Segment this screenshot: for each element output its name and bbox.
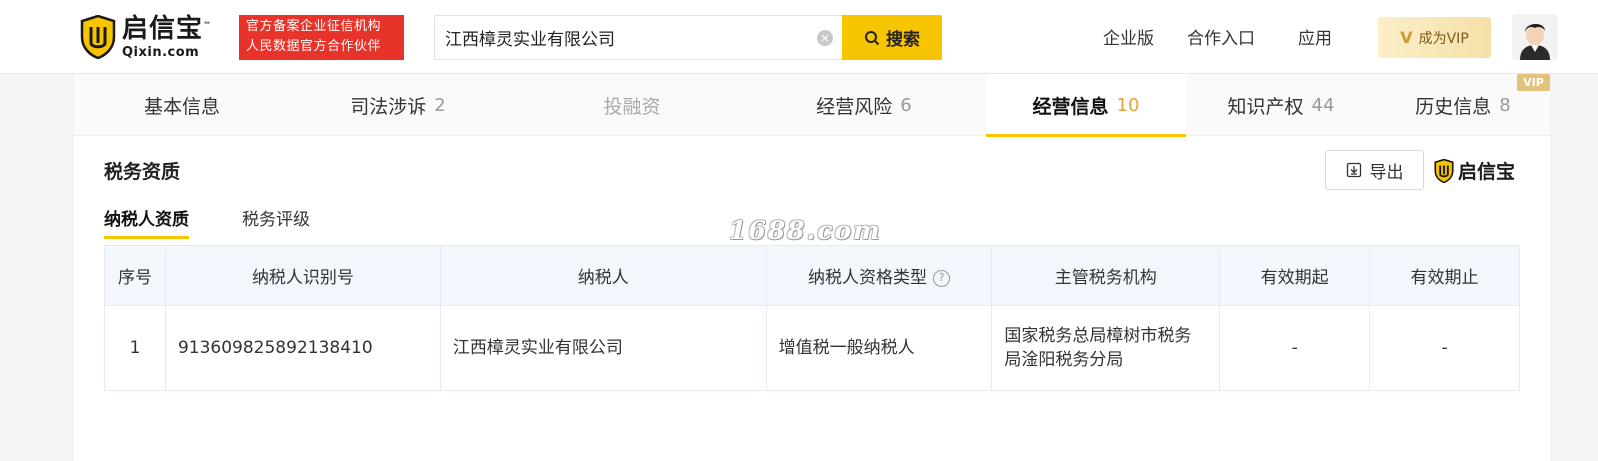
watermark: 1688.com [729,216,882,245]
tab-label: 司法涉诉 [350,95,427,118]
help-icon[interactable]: ? [933,269,950,287]
subtab-taxpayer-qualification[interactable]: 纳税人资质 [104,205,189,239]
search-input[interactable] [445,16,805,59]
tab-ip[interactable]: 知识产权 44 [1186,74,1376,136]
section-title: 税务资质 [104,161,181,183]
tab-count: 2 [434,94,446,116]
tab-count: 8 [1499,94,1511,116]
vip-tag: VIP [1517,74,1550,91]
right-gutter [1550,74,1598,461]
logo-text-cn: 启信宝 [122,13,204,44]
tab-label: 基本信息 [143,95,220,118]
tab-count: 44 [1311,94,1335,116]
user-avatar[interactable] [1512,14,1558,60]
content-card: 基本信息 司法涉诉 2 投融资 经营风险 6 经营信息 10 知识产权 44 历史信息 8… [74,74,1550,461]
tab-investment[interactable]: 投融资 [524,74,740,136]
tab-count: 10 [1116,94,1140,116]
tab-label: 经营风险 [816,95,893,118]
cell-type: 增值税一般纳税人 [765,305,993,391]
certification-badge: 官方备案企业征信机构 人民数据官方合作伙伴 [239,15,404,60]
clear-icon[interactable]: × [817,30,833,46]
header-tax-id: 纳税人识别号 [164,245,441,306]
avatar-icon [1512,14,1558,60]
header-no: 序号 [104,245,166,306]
tab-basic-info[interactable]: 基本信息 [74,74,290,136]
top-header: 启信宝™ Qixin.com 官方备案企业征信机构 人民数据官方合作伙伴 × 搜… [0,0,1598,74]
header-authority: 主管税务机构 [991,245,1221,306]
tab-label: 投融资 [603,95,661,118]
cell-taxpayer[interactable]: 江西樟灵实业有限公司 [439,305,767,391]
cell-valid-from: - [1219,305,1371,391]
tax-qualification-table: 序号 纳税人识别号 纳税人 纳税人资格类型? 主管税务机构 有效期起 有效期止 … [104,245,1520,391]
badge-line-1: 官方备案企业征信机构 [246,19,382,34]
company-tabs: 基本信息 司法涉诉 2 投融资 经营风险 6 经营信息 10 知识产权 44 历史信息 8… [74,74,1550,137]
vip-mark-icon: V [1400,28,1413,47]
header-valid-from: 有效期起 [1219,245,1371,306]
header-type: 纳税人资格类型? [765,245,993,306]
header-valid-to: 有效期止 [1369,245,1520,306]
search-icon [865,30,880,45]
qixin-logo[interactable]: 启信宝™ Qixin.com [80,14,220,60]
become-vip-button[interactable]: V 成为VIP [1378,17,1491,58]
header-taxpayer: 纳税人 [439,245,767,306]
subtab-tax-rating[interactable]: 税务评级 [242,205,310,236]
cell-tax-id: 913609825892138410 [164,305,441,391]
export-label: 导出 [1369,162,1404,183]
download-icon [1346,162,1361,178]
section-logo-text: 启信宝 [1458,161,1516,183]
logo-text-en: Qixin.com [122,44,200,60]
cell-valid-to: - [1369,305,1520,391]
tab-label: 经营信息 [1032,95,1109,118]
table-header-row: 序号 纳税人识别号 纳税人 纳税人资格类型? 主管税务机构 有效期起 有效期止 [104,245,1520,306]
nav-enterprise[interactable]: 企业版 [1103,24,1154,49]
search-button[interactable]: 搜索 [842,15,942,60]
nav-partner[interactable]: 合作入口 [1187,24,1255,49]
cell-no: 1 [104,305,166,391]
trademark-mark: ™ [203,19,213,29]
shield-logo-icon [1434,158,1454,183]
tab-history[interactable]: 历史信息 8 VIP [1376,74,1550,136]
export-button[interactable]: 导出 [1325,150,1424,190]
cell-authority: 国家税务总局樟树市税务局淦阳税务分局 [991,305,1221,391]
tab-business-risk[interactable]: 经营风险 6 [756,74,972,136]
badge-line-2: 人民数据官方合作伙伴 [246,39,382,54]
table-row: 1 913609825892138410 江西樟灵实业有限公司 增值税一般纳税人… [104,305,1520,391]
tab-label: 历史信息 [1415,95,1492,118]
search-button-label: 搜索 [886,30,920,50]
vip-button-label: 成为VIP [1418,30,1469,47]
tab-business-info[interactable]: 经营信息 10 [986,74,1186,137]
tab-count: 6 [900,94,912,116]
nav-apps[interactable]: 应用 [1298,24,1332,49]
tab-label: 知识产权 [1227,95,1304,118]
tab-litigation[interactable]: 司法涉诉 2 [290,74,506,136]
search-bar: × 搜索 [434,15,942,60]
header-type-label: 纳税人资格类型 [808,268,927,288]
section-logo: 启信宝 [1434,157,1515,184]
shield-logo-icon [80,15,116,59]
